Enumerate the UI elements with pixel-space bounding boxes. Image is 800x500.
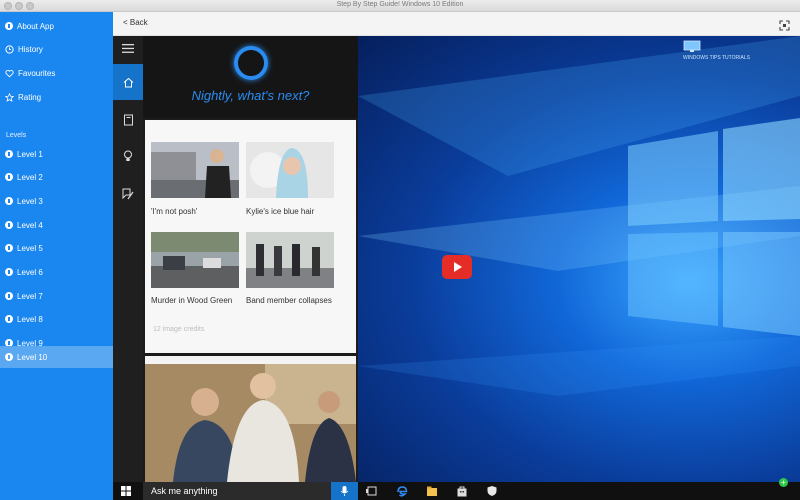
info-icon [5, 268, 13, 276]
news-photo[interactable] [145, 364, 356, 482]
info-icon [5, 173, 13, 181]
news-thumbnail-4[interactable] [246, 232, 334, 288]
news-card: 'I'm not posh' Kylie's ice blue hair Mur… [145, 120, 356, 353]
title-bar: Step By Step Guide! Windows 10 Edition [0, 0, 800, 12]
sidebar-item-label: About App [17, 21, 54, 31]
app-window: Step By Step Guide! Windows 10 Edition A… [0, 0, 800, 500]
heart-icon [5, 69, 14, 78]
sidebar-item-history[interactable]: History [0, 39, 113, 59]
task-view-icon[interactable] [366, 485, 378, 497]
cortana-feed: 'I'm not posh' Kylie's ice blue hair Mur… [143, 118, 358, 482]
news-caption-4[interactable]: Band member collapses [246, 296, 332, 305]
lightbulb-icon[interactable] [113, 138, 143, 174]
fullscreen-icon[interactable] [779, 18, 790, 31]
image-credits-text: 12 image credits [153, 326, 205, 333]
sidebar-item-level-7[interactable]: Level 7 [0, 286, 113, 306]
sidebar-item-label: Level 5 [17, 243, 43, 253]
watermark-logo: WINDOWS TIPS TUTORIALS [683, 40, 795, 61]
clock-icon [5, 44, 14, 54]
sidebar-item-label: Level 3 [17, 196, 43, 206]
cortana-header: Nightly, what's next? [143, 36, 358, 118]
info-icon [5, 150, 13, 158]
monitor-icon [683, 40, 701, 52]
news-thumbnail-2[interactable] [246, 142, 334, 198]
sidebar-item-level-4[interactable]: Level 4 [0, 215, 113, 235]
sidebar-item-label: Level 1 [17, 149, 43, 159]
sidebar-item-label: History [18, 44, 43, 54]
sidebar-item-level-10[interactable]: Level 10 [0, 346, 113, 368]
news-thumbnail-3[interactable] [151, 232, 239, 288]
hamburger-menu-icon[interactable] [113, 36, 143, 60]
sidebar-item-favourites[interactable]: Favourites [0, 63, 113, 83]
cortana-search-input[interactable]: Ask me anything [143, 482, 331, 500]
notebook-icon[interactable] [113, 102, 143, 138]
info-icon [5, 292, 13, 300]
sidebar-item-label: Rating [18, 92, 42, 102]
cortana-circle-icon [234, 46, 268, 80]
sidebar-item-label: Level 4 [17, 220, 43, 230]
info-icon [5, 22, 13, 30]
top-bar: < Back [113, 12, 800, 36]
sidebar-item-label: Level 6 [17, 267, 43, 277]
info-icon [5, 315, 13, 323]
sidebar-item-label: Level 7 [17, 291, 43, 301]
youtube-play-button[interactable] [442, 255, 472, 279]
watermark-text: WINDOWS TIPS TUTORIALS [683, 55, 750, 61]
windows-start-icon[interactable] [121, 486, 131, 496]
sidebar-item-level-8[interactable]: Level 8 [0, 309, 113, 329]
sidebar-item-level-1[interactable]: Level 1 [0, 144, 113, 164]
taskbar: Ask me anything [113, 482, 800, 500]
news-thumbnail-1[interactable] [151, 142, 239, 198]
microphone-icon[interactable] [331, 482, 358, 500]
info-icon [5, 353, 13, 361]
sidebar-item-label: Level 8 [17, 314, 43, 324]
sidebar-item-label: Level 10 [17, 352, 48, 362]
news-caption-1[interactable]: 'I'm not posh' [151, 207, 197, 216]
sidebar-item-level-2[interactable]: Level 2 [0, 167, 113, 187]
info-icon [5, 221, 13, 229]
sidebar-item-level-6[interactable]: Level 6 [0, 262, 113, 282]
levels-section-label: Levels [6, 132, 27, 139]
sidebar-item-about-app[interactable]: About App [0, 16, 113, 36]
home-icon[interactable] [113, 64, 143, 100]
info-icon [5, 197, 13, 205]
news-caption-2[interactable]: Kylie's ice blue hair [246, 207, 314, 216]
info-icon [5, 244, 13, 252]
sidebar-item-level-3[interactable]: Level 3 [0, 191, 113, 211]
video-player[interactable]: WINDOWS TIPS TUTORIALS Nightly, what's n… [113, 36, 800, 500]
store-icon[interactable] [456, 485, 468, 497]
shield-icon[interactable] [486, 485, 498, 497]
sidebar-item-label: Favourites [18, 68, 56, 78]
edge-browser-icon[interactable] [396, 485, 408, 497]
window-title: Step By Step Guide! Windows 10 Edition [336, 1, 464, 8]
star-icon [5, 92, 14, 102]
sidebar: About App History Favourites Rating Leve… [0, 12, 113, 500]
cortana-greeting: Nightly, what's next? [191, 88, 310, 103]
feedback-icon[interactable] [113, 176, 143, 212]
news-card-2 [145, 356, 356, 482]
sidebar-item-label: Level 2 [17, 172, 43, 182]
news-caption-3[interactable]: Murder in Wood Green [151, 296, 232, 305]
back-button[interactable]: < Back [123, 18, 148, 27]
add-icon[interactable]: + [779, 478, 788, 487]
sidebar-item-level-5[interactable]: Level 5 [0, 238, 113, 258]
cortana-rail [113, 36, 143, 482]
file-explorer-icon[interactable] [426, 485, 438, 497]
windows-logo-light [358, 36, 800, 396]
sidebar-item-rating[interactable]: Rating [0, 87, 113, 107]
